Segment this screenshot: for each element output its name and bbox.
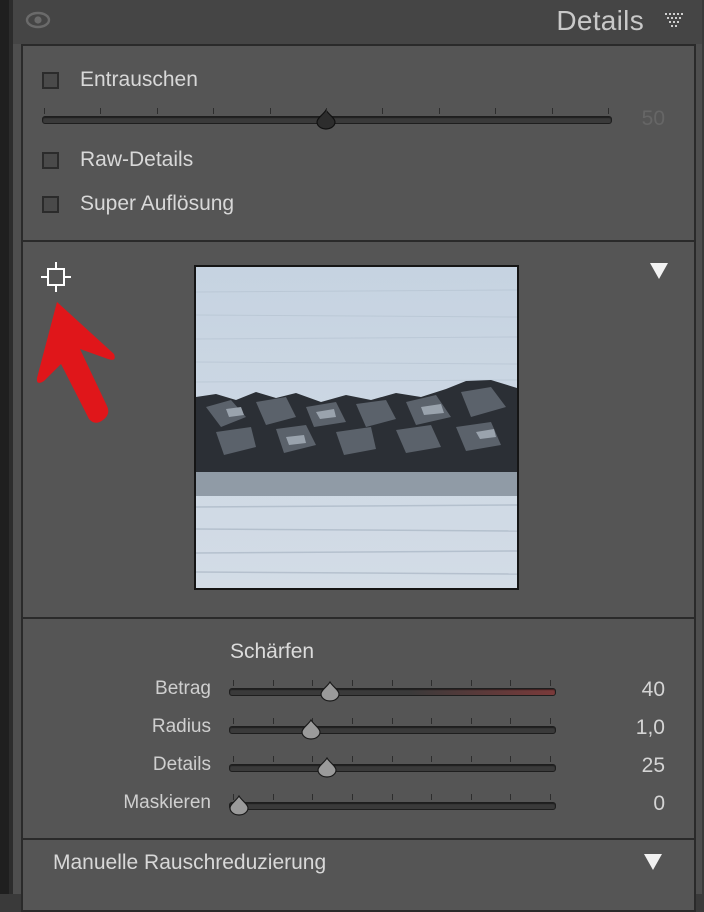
sharpen-label-2: Details [152,754,211,775]
red-arrow-annotation [36,302,115,423]
slider-tick [351,718,353,724]
slider-tick [156,108,158,114]
slider-tick [550,680,551,686]
slider-tick [233,680,234,686]
sharpen-value-0[interactable]: 40 [605,678,665,702]
slider-tick [431,756,433,762]
collapse-triangle-icon[interactable] [649,262,669,280]
raw-details-label: Raw-Details [80,148,194,171]
slider-tick [44,108,45,114]
manual-noise-reduction-label: Manuelle Rauschreduzierung [53,851,327,874]
slider-tick [213,108,215,114]
slider-tick [608,108,609,114]
detail-preview-image[interactable] [194,265,519,590]
slider-tick [272,718,274,724]
slider-tick [510,756,512,762]
manual-noise-collapse-icon[interactable] [643,853,663,871]
slider-tick [510,794,512,800]
slider-tick [351,680,353,686]
super-resolution-checkbox[interactable] [42,196,59,213]
slider-tick [391,756,393,762]
slider-tick [431,794,433,800]
slider-tick [391,718,393,724]
slider-tick [510,680,512,686]
outer-frame-edge [0,0,9,894]
eye-icon[interactable] [25,9,51,31]
sharpen-slider-thumb-2[interactable] [316,756,338,778]
slider-tick [326,108,327,114]
slider-tick [495,108,497,114]
slider-tick [272,794,274,800]
sharpen-slider-track-3[interactable] [229,802,556,810]
slider-tick [550,756,551,762]
slider-tick [470,756,472,762]
slider-tick [351,756,353,762]
slider-tick [431,680,433,686]
slider-tick [100,108,102,114]
sharpen-slider-thumb-0[interactable] [319,680,341,702]
slider-tick [551,108,553,114]
sharpening-title: Schärfen [230,640,315,663]
sharpen-value-3[interactable]: 0 [605,792,665,816]
manual-noise-reduction-section[interactable] [21,838,696,912]
sharpen-value-2[interactable]: 25 [605,754,665,778]
preview-photo [196,267,517,588]
slider-tick [272,756,274,762]
slider-tick [391,794,393,800]
sharpen-label-1: Radius [151,716,211,737]
slider-tick [272,680,274,686]
target-adjust-icon[interactable] [41,262,71,292]
slider-tick [470,718,472,724]
slider-tick [233,718,234,724]
slider-tick [550,794,551,800]
denoise-value[interactable]: 50 [605,107,665,131]
slider-tick [382,108,384,114]
denoise-label: Entrauschen [80,68,198,91]
slider-tick [351,794,353,800]
slider-tick [438,108,440,114]
raw-details-checkbox[interactable] [42,152,59,169]
slider-tick [470,794,472,800]
slider-tick [431,718,433,724]
panel-header[interactable]: Details [13,0,702,44]
slider-tick [233,756,234,762]
slider-tick [391,680,393,686]
details-panel: Details Entrauschen 50 Raw-Details Super… [13,0,702,912]
slider-tick [312,680,314,686]
slider-tick [550,718,551,724]
slider-tick [470,680,472,686]
sharpen-label-3: Maskieren [123,792,211,813]
panel-title: Details [556,5,644,36]
denoise-checkbox[interactable] [42,72,59,89]
sharpen-label-0: Betrag [155,678,211,699]
sharpen-slider-thumb-1[interactable] [300,718,322,740]
slider-tick [312,756,314,762]
sharpen-slider-thumb-3[interactable] [228,794,250,816]
slider-tick [269,108,271,114]
panel-menu-icon[interactable] [664,12,684,28]
sharpen-slider-track-1[interactable] [229,726,556,734]
sharpen-slider-track-0[interactable] [229,688,556,696]
sharpen-slider-track-2[interactable] [229,764,556,772]
super-resolution-label: Super Auflösung [80,192,235,215]
slider-tick [312,794,314,800]
sharpen-value-1[interactable]: 1,0 [605,716,665,740]
slider-tick [510,718,512,724]
